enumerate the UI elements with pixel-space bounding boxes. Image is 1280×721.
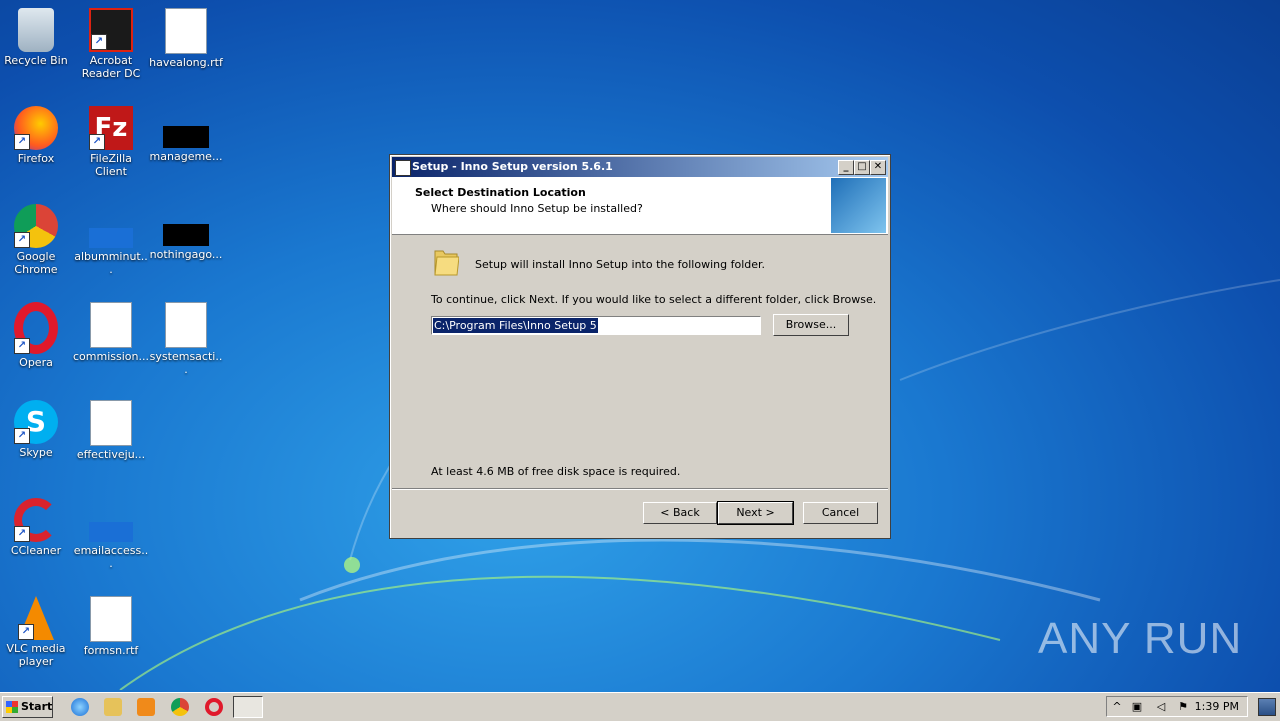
- word-document-icon: [165, 8, 207, 54]
- recycle-bin-icon: [18, 8, 54, 52]
- skype-icon: S ↗: [14, 400, 58, 444]
- clock[interactable]: 1:39 PM: [1195, 700, 1239, 713]
- word-document-icon: [165, 302, 207, 348]
- close-button[interactable]: ✕: [870, 160, 886, 175]
- wizard-header: Select Destination Location Where should…: [392, 177, 888, 235]
- dialog-titlebar[interactable]: Setup - Inno Setup version 5.6.1 _ □ ✕: [392, 157, 888, 177]
- cancel-button[interactable]: Cancel: [803, 502, 878, 524]
- file-explorer-icon[interactable]: [104, 698, 122, 716]
- destination-path-value: C:\Program Files\Inno Setup 5: [433, 318, 598, 333]
- setup-computer-icon: [831, 178, 886, 233]
- desktop-icon-firefox[interactable]: ↗ Firefox: [0, 106, 74, 165]
- blank-file-icon: [89, 228, 133, 248]
- desktop-icon-skype[interactable]: S ↗ Skype: [0, 400, 74, 459]
- desktop-icon-opera[interactable]: ↗ Opera: [0, 302, 74, 369]
- ccleaner-icon: ↗: [14, 498, 58, 542]
- word-document-icon: [90, 596, 132, 642]
- chrome-taskbar-icon[interactable]: [171, 698, 189, 716]
- desktop-icon-formsn[interactable]: formsn.rtf: [73, 596, 149, 657]
- desktop-icon-emailaccess[interactable]: emailaccess...: [73, 498, 149, 570]
- acrobat-icon: ↗: [89, 8, 133, 52]
- desktop-icon-ccleaner[interactable]: ↗ CCleaner: [0, 498, 74, 557]
- dialog-title: Setup - Inno Setup version 5.6.1: [412, 160, 613, 173]
- anyrun-watermark: ANY RUN: [1038, 614, 1243, 663]
- desktop-icon-albumminut[interactable]: albumminut...: [73, 204, 149, 276]
- continue-text: To continue, click Next. If you would li…: [431, 293, 877, 306]
- header-subtitle: Where should Inno Setup be installed?: [431, 202, 643, 215]
- internet-explorer-icon[interactable]: [71, 698, 89, 716]
- vlc-icon: ↗: [18, 596, 54, 640]
- volume-icon[interactable]: ◁: [1155, 701, 1167, 713]
- next-button[interactable]: Next >: [717, 501, 794, 525]
- desktop-icon-systemsacti[interactable]: systemsacti...: [148, 302, 224, 376]
- firefox-icon: ↗: [14, 106, 58, 150]
- setup-app-icon: [395, 160, 411, 176]
- taskbar: Start ^ ▣ ◁ ⚑ 1:39 PM: [0, 692, 1280, 721]
- filezilla-icon: Fz ↗: [89, 106, 133, 150]
- action-center-flag-icon[interactable]: ⚑: [1177, 701, 1189, 713]
- setup-dialog: Setup - Inno Setup version 5.6.1 _ □ ✕ S…: [389, 154, 891, 539]
- back-button[interactable]: < Back: [643, 502, 717, 524]
- show-desktop-icon[interactable]: [1258, 698, 1276, 716]
- install-text: Setup will install Inno Setup into the f…: [475, 258, 766, 271]
- blank-file-icon: [89, 522, 133, 542]
- desktop-icon-effectiveju[interactable]: effectiveju...: [73, 400, 149, 461]
- word-document-icon: [90, 302, 132, 348]
- header-title: Select Destination Location: [415, 186, 586, 199]
- start-button[interactable]: Start: [2, 696, 53, 718]
- folder-icon: [434, 250, 459, 276]
- desktop-icon-manageme[interactable]: manageme...: [148, 106, 224, 163]
- desktop-icon-chrome[interactable]: ↗ Google Chrome: [0, 204, 74, 276]
- desktop-icon-recycle-bin[interactable]: Recycle Bin: [0, 8, 74, 67]
- disk-space-text: At least 4.6 MB of free disk space is re…: [431, 465, 681, 478]
- opera-icon: ↗: [14, 302, 58, 354]
- media-player-icon[interactable]: [137, 698, 155, 716]
- destination-path-input[interactable]: C:\Program Files\Inno Setup 5: [431, 316, 761, 335]
- desktop-icon-nothingago[interactable]: nothingago...: [148, 204, 224, 261]
- minimize-button[interactable]: _: [838, 160, 854, 175]
- desktop-icon-havealong[interactable]: havealong.rtf: [148, 8, 224, 69]
- windows-logo-icon: [6, 701, 18, 713]
- browse-button[interactable]: Browse...: [773, 314, 849, 336]
- redacted-thumbnail-icon: [163, 224, 209, 246]
- word-document-icon: [90, 400, 132, 446]
- opera-taskbar-icon[interactable]: [205, 698, 223, 716]
- footer-separator: [392, 488, 888, 490]
- system-tray: ^ ▣ ◁ ⚑ 1:39 PM: [1106, 696, 1248, 717]
- redacted-thumbnail-icon: [163, 126, 209, 148]
- tray-expand-icon[interactable]: ^: [1111, 701, 1123, 713]
- desktop-icon-commission[interactable]: commission...: [73, 302, 149, 363]
- desktop-icon-acrobat[interactable]: ↗ Acrobat Reader DC: [73, 8, 149, 80]
- network-icon[interactable]: ▣: [1131, 701, 1143, 713]
- desktop-icon-filezilla[interactable]: Fz ↗ FileZilla Client: [73, 106, 149, 178]
- chrome-icon: ↗: [14, 204, 58, 248]
- setup-taskbar-button[interactable]: [233, 696, 263, 718]
- maximize-button[interactable]: □: [854, 160, 870, 175]
- desktop-icon-vlc[interactable]: ↗ VLC media player: [0, 596, 74, 668]
